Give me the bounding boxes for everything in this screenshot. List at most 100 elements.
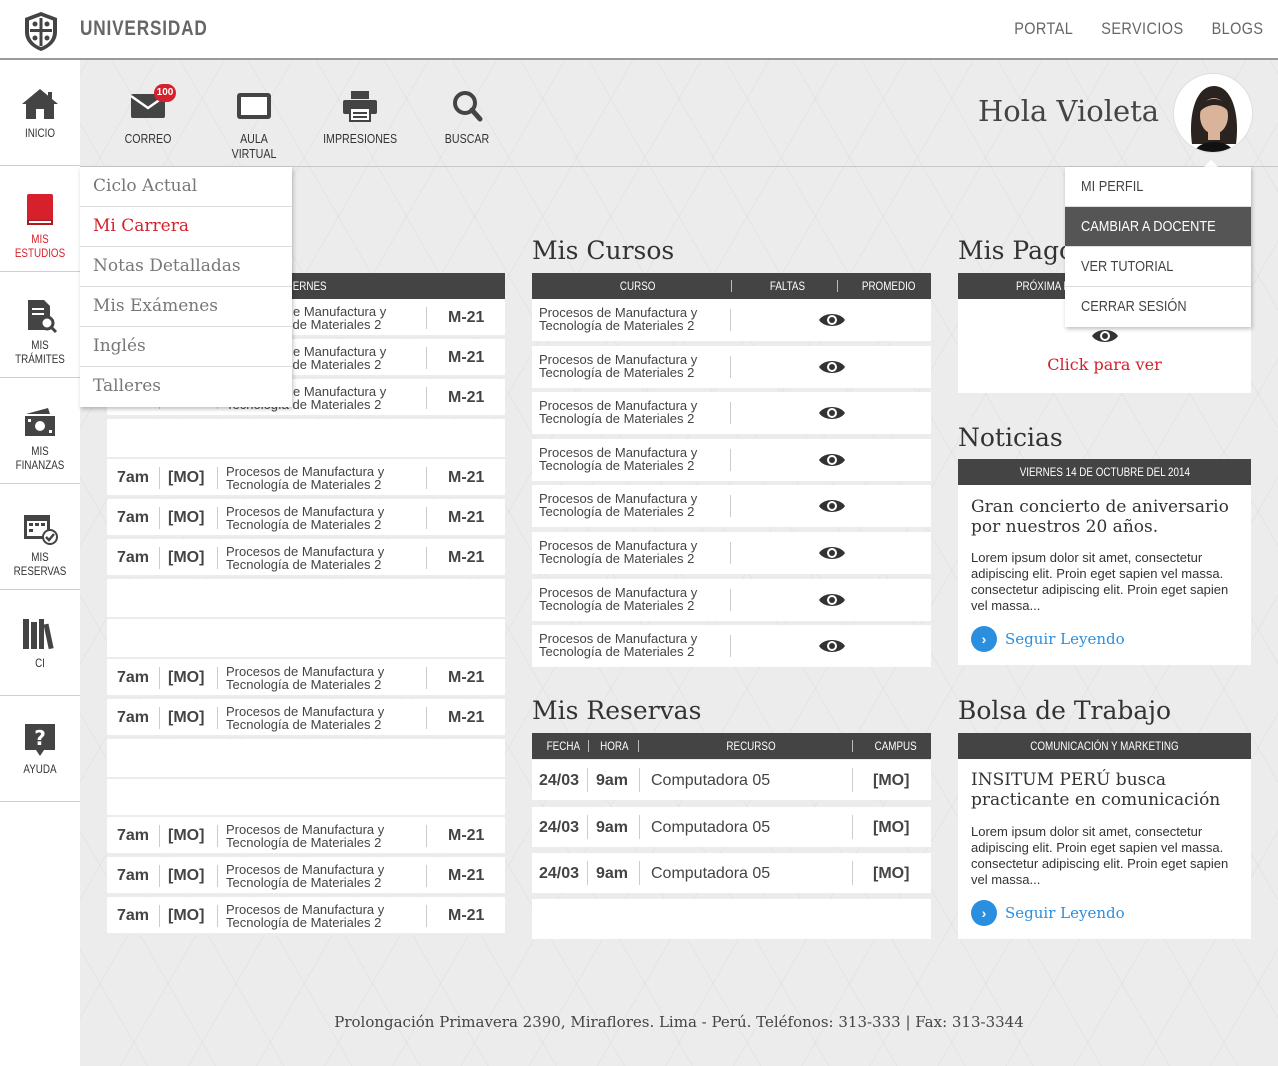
schedule-campus: [MO] (168, 907, 205, 924)
reserva-recurso: Computadora 05 (651, 772, 771, 789)
menu-item-notas-detalladas[interactable]: Notas Detalladas (80, 247, 292, 287)
reserva-row[interactable]: 24/03 9am Computadora 05 [MO] (532, 760, 931, 800)
toolbar-label: AULA VIRTUAL (231, 131, 277, 161)
schedule-row[interactable]: 7am [MO] Procesos de Manufactura y Tecnolog… (107, 539, 505, 577)
sidebar-item-mis-tramites[interactable]: MIS TRÁMITES (0, 272, 80, 378)
eye-icon[interactable] (817, 309, 847, 331)
schedule-time: 7am (117, 509, 150, 526)
nav-servicios[interactable]: SERVICIOS (1101, 19, 1183, 39)
schedule-row[interactable]: 7am [MO] Procesos de Manufactura y Tecnolog… (107, 499, 505, 537)
cell-separator (730, 588, 731, 611)
noticias-headline[interactable]: Gran concierto de aniversario por nuestr… (971, 497, 1246, 537)
schedule-room: M-21 (448, 709, 485, 726)
schedule-course: Procesos de Manufactura y Tecnología de M… (226, 505, 416, 531)
cursos-title: Mis Cursos (532, 236, 675, 265)
header-separator (588, 740, 589, 752)
sidebar-item-mis-finanzas[interactable]: MIS FINANZAS (0, 378, 80, 484)
curso-name-line1: Procesos de Manufactura y (539, 444, 698, 460)
pagos-click-link[interactable]: Click para ver (958, 355, 1251, 374)
menu-item-mi-carrera[interactable]: Mi Carrera (80, 207, 292, 247)
menu-item-cerrar-sesion[interactable]: CERRAR SESIÓN (1065, 287, 1251, 327)
sidebar-label: MIS ESTUDIOS (14, 232, 66, 260)
bolsa-read-more[interactable]: › Seguir Leyendo (971, 900, 1125, 926)
eye-icon[interactable] (817, 402, 847, 424)
cell-separator (159, 667, 160, 689)
cell-separator (217, 865, 218, 887)
eye-icon[interactable] (817, 635, 847, 657)
schedule-row[interactable]: 7am [MO] Procesos de Manufactura y Tecnolog… (107, 857, 505, 895)
bolsa-headline[interactable]: INSITUM PERÚ busca practicante en comuni… (971, 770, 1246, 810)
eye-icon[interactable] (817, 542, 847, 564)
toolbar-buscar[interactable]: BUSCAR (422, 88, 512, 146)
sidebar-item-mis-reservas[interactable]: MIS RESERVAS (0, 484, 80, 590)
cell-separator (730, 309, 731, 331)
bolsa-card: COMUNICACIÓN Y MARKETING INSITUM PERÚ bu… (958, 733, 1251, 939)
schedule-course-line2: Tecnología de Materiales 2 (226, 517, 382, 532)
eye-icon[interactable] (1090, 325, 1120, 347)
cursos-header-curso: CURSO (619, 279, 656, 293)
user-avatar[interactable] (1173, 73, 1253, 153)
nav-blogs[interactable]: BLOGS (1211, 19, 1263, 39)
menu-item-mis-examenes[interactable]: Mis Exámenes (80, 287, 292, 327)
sidebar-item-ci[interactable]: CI (0, 590, 80, 696)
schedule-row[interactable]: 7am [MO] Procesos de Manufactura y Tecnolog… (107, 897, 505, 935)
cell-separator (730, 542, 731, 564)
reserva-row[interactable]: 24/03 9am Computadora 05 [MO] (532, 853, 931, 893)
brand-name[interactable]: UNIVERSIDAD (80, 17, 208, 41)
menu-item-talleres[interactable]: Talleres (80, 367, 292, 407)
schedule-row[interactable]: 7am [MO] Procesos de Manufactura y Tecnolog… (107, 699, 505, 737)
reserva-fecha: 24/03 (539, 865, 580, 882)
curso-name-line1: Procesos de Manufactura y (539, 584, 698, 600)
curso-name-line2: Tecnología de Materiales 2 (539, 504, 695, 520)
schedule-time: 7am (117, 827, 150, 844)
schedule-campus: [MO] (168, 509, 205, 526)
curso-row[interactable]: Procesos de Manufactura y Tecnología de M… (532, 299, 931, 341)
reservas-header: FECHA HORA RECURSO CAMPUS (532, 733, 931, 759)
eye-icon[interactable] (817, 356, 847, 378)
nav-portal[interactable]: PORTAL (1014, 19, 1073, 39)
curso-row[interactable]: Procesos de Manufactura y Tecnología de M… (532, 345, 931, 388)
cell-separator (217, 507, 218, 529)
sidebar-item-inicio[interactable]: INICIO (0, 60, 80, 166)
curso-row[interactable]: Procesos de Manufactura y Tecnología de M… (532, 578, 931, 621)
eye-icon[interactable] (817, 449, 847, 471)
header-separator (638, 740, 639, 752)
toolbar-aula-virtual[interactable]: AULA VIRTUAL (209, 88, 299, 161)
sidebar-item-mis-estudios[interactable]: MIS ESTUDIOS (0, 166, 80, 272)
sidebar-item-ayuda[interactable]: ? AYUDA (0, 696, 80, 802)
menu-item-ciclo-actual[interactable]: Ciclo Actual (80, 167, 292, 207)
read-more-label: Seguir Leyendo (1005, 904, 1125, 922)
schedule-course: Procesos de Manufactura y Tecnología de M… (226, 705, 416, 731)
schedule-row[interactable]: 7am [MO] Procesos de Manufactura y Tecnolog… (107, 459, 505, 497)
noticias-read-more[interactable]: › Seguir Leyendo (971, 626, 1125, 652)
curso-row[interactable]: Procesos de Manufactura y Tecnología de M… (532, 392, 931, 435)
eye-icon[interactable] (817, 589, 847, 611)
reserva-campus: [MO] (873, 818, 910, 836)
curso-row[interactable]: Procesos de Manufactura y Tecnología de M… (532, 485, 931, 528)
menu-item-label: CAMBIAR A DOCENTE (1081, 218, 1216, 235)
curso-row[interactable]: Procesos de Manufactura y Tecnología de M… (532, 625, 931, 668)
menu-item-mi-perfil[interactable]: MI PERFIL (1065, 167, 1251, 207)
cell-separator (217, 825, 218, 847)
reserva-row[interactable]: 24/03 9am Computadora 05 [MO] (532, 806, 931, 847)
schedule-row[interactable]: 7am [MO] Procesos de Manufactura y Tecnolog… (107, 659, 505, 697)
curso-row[interactable]: Procesos de Manufactura y Tecnología de M… (532, 438, 931, 481)
toolbar-correo[interactable]: CORREO (103, 88, 193, 146)
schedule-campus: [MO] (168, 669, 205, 686)
curso-row[interactable]: Procesos de Manufactura y Tecnología de M… (532, 532, 931, 574)
menu-item-ingles[interactable]: Inglés (80, 327, 292, 367)
menu-item-cambiar-a-docente[interactable]: CAMBIAR A DOCENTE (1065, 207, 1251, 247)
shield-logo-icon[interactable] (22, 10, 60, 52)
menu-item-ver-tutorial[interactable]: VER TUTORIAL (1065, 247, 1251, 287)
cell-separator (426, 865, 427, 887)
schedule-time: 7am (117, 469, 150, 486)
sidebar-label: MIS TRÁMITES (15, 338, 65, 366)
cell-separator (217, 905, 218, 927)
calendar-check-icon (24, 515, 58, 545)
toolbar-impresiones[interactable]: IMPRESIONES (315, 88, 405, 146)
schedule-header-day: ERNES (292, 279, 327, 293)
eye-icon[interactable] (817, 495, 847, 517)
schedule-course: Procesos de Manufactura y Tecnología de M… (226, 823, 416, 849)
schedule-row[interactable]: 7am [MO] Procesos de Manufactura y Tecnolog… (107, 817, 505, 855)
schedule-course-line2: Tecnología de Materiales 2 (226, 875, 382, 890)
